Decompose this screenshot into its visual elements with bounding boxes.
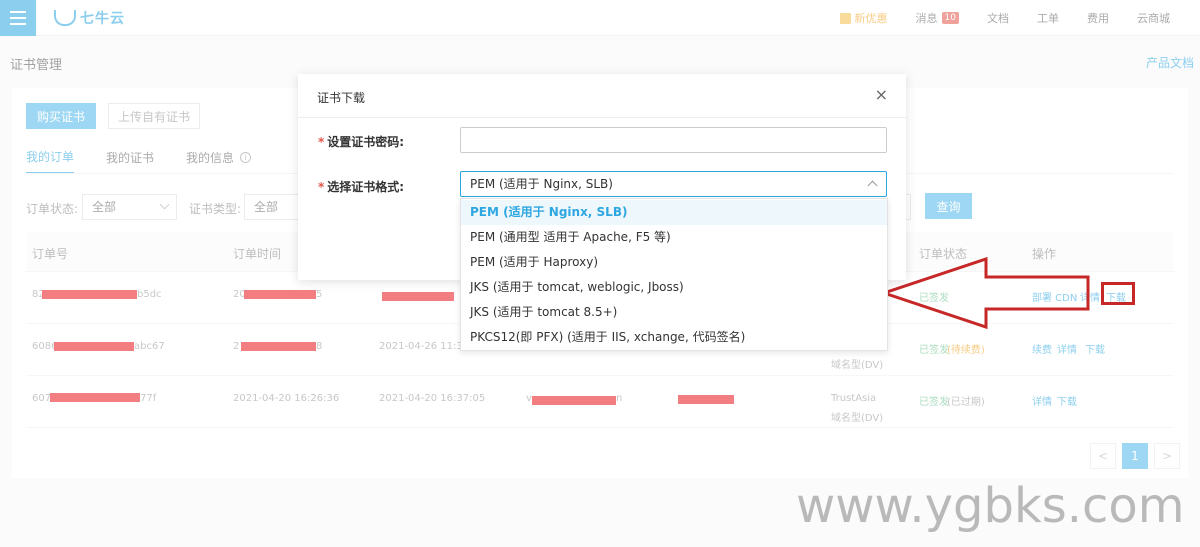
format-option-pem-apache[interactable]: PEM (通用型 适用于 Apache, F5 等) (461, 225, 887, 250)
format-option-jks-tomcat85[interactable]: JKS (适用于 tomcat 8.5+) (461, 300, 887, 325)
cert-format-dropdown: PEM (适用于 Nginx, SLB) PEM (通用型 适用于 Apache… (460, 198, 888, 351)
format-option-pem-haproxy[interactable]: PEM (适用于 Haproxy) (461, 250, 887, 275)
cert-password-input[interactable] (460, 127, 887, 153)
dialog-divider (298, 117, 906, 118)
chevron-up-icon (867, 180, 878, 191)
required-mark: * (318, 135, 325, 149)
watermark: www.ygbks.com (796, 478, 1185, 534)
format-option-pem-nginx[interactable]: PEM (适用于 Nginx, SLB) (461, 200, 887, 225)
format-label-text: 选择证书格式: (327, 180, 405, 194)
format-option-jks-tomcat[interactable]: JKS (适用于 tomcat, weblogic, Jboss) (461, 275, 887, 300)
cert-format-value: PEM (适用于 Nginx, SLB) (470, 177, 613, 191)
highlight-box (1101, 282, 1135, 305)
arrow-shape (880, 256, 1090, 330)
required-mark: * (318, 180, 325, 194)
cert-format-select[interactable]: PEM (适用于 Nginx, SLB) (460, 171, 887, 197)
annotation-arrow-icon (880, 256, 1090, 330)
format-option-pkcs12[interactable]: PKCS12(即 PFX) (适用于 IIS, xchange, 代码签名) (461, 325, 887, 350)
close-icon[interactable]: × (875, 87, 888, 103)
password-label-text: 设置证书密码: (327, 135, 405, 149)
format-label: * 选择证书格式: (318, 178, 404, 195)
password-label: * 设置证书密码: (318, 133, 404, 150)
dialog-title: 证书下载 (317, 91, 366, 105)
